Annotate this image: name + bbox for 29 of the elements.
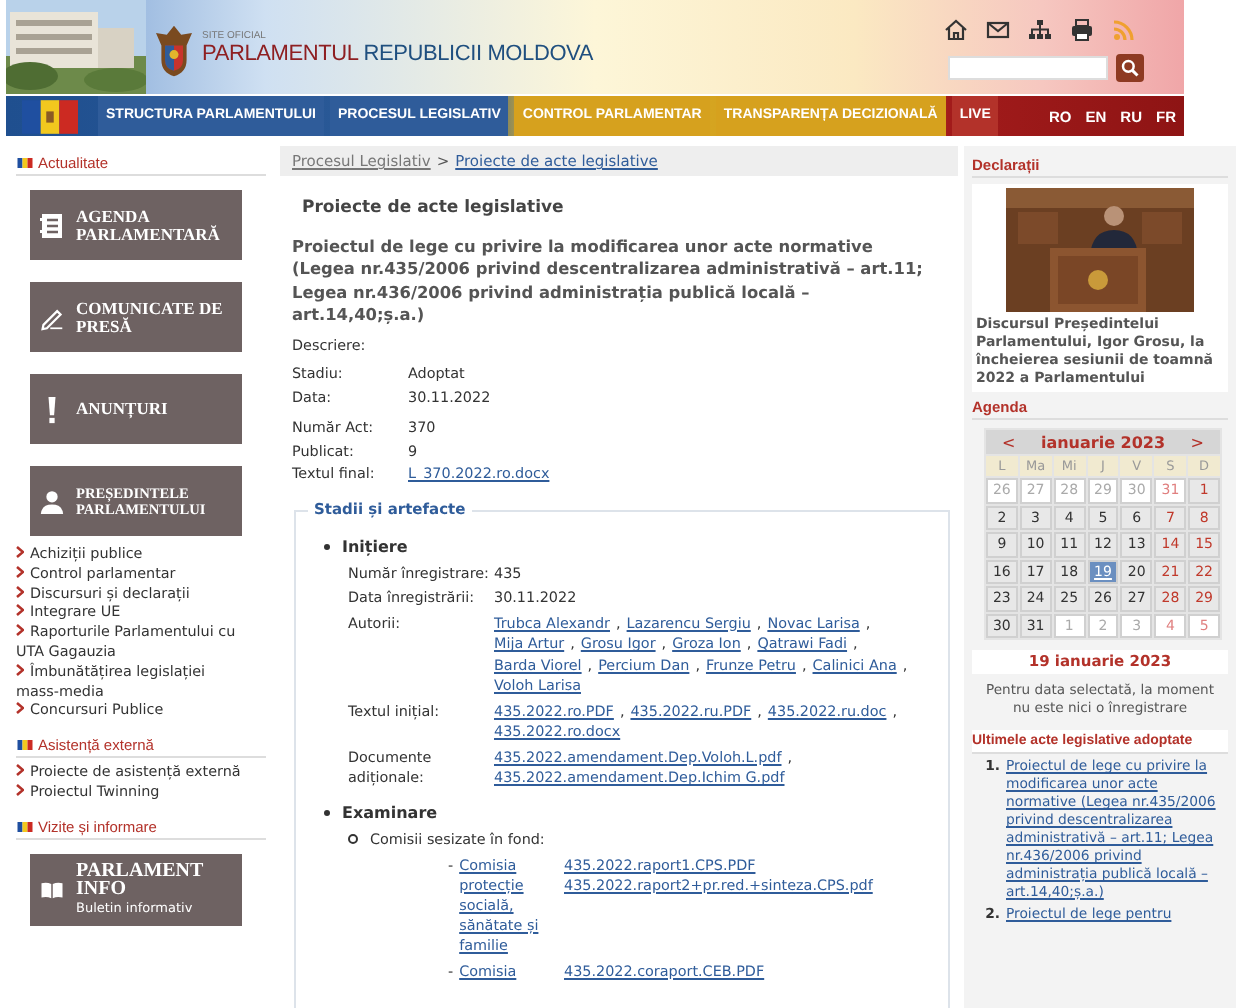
- stage-title: Examinare: [342, 803, 438, 822]
- coat-of-arms-icon: [154, 24, 194, 78]
- home-icon[interactable]: [944, 18, 968, 42]
- stage-title: Inițiere: [342, 537, 408, 556]
- bullet-icon: [324, 809, 330, 816]
- flag-icon: [16, 158, 34, 168]
- mail-icon[interactable]: [986, 18, 1010, 42]
- sitemap-icon[interactable]: [1028, 18, 1052, 42]
- site-title: PARLAMENTUL REPUBLICII MOLDOVA: [202, 42, 594, 66]
- person-icon: [40, 487, 64, 515]
- search-field[interactable]: [948, 56, 1108, 80]
- flag-icon: [16, 740, 34, 751]
- bullet-icon: [348, 833, 358, 844]
- page-title: Proiecte de acte legislative: [302, 198, 566, 218]
- flag-icon: [16, 821, 34, 832]
- chevron-icon: [16, 702, 24, 715]
- project-title: Proiectul de lege cu privire la modificarea unor acte normative (Legea nr.435/2006 privind descentralizarea administrativă – art.11; Legea nr.436/2006 privind administrația publică locală – art.14,40;ș.a.): [292, 236, 925, 327]
- tile-button[interactable]: AGENDA PARLAMENTARĂ: [30, 190, 242, 260]
- flag-icon: [22, 99, 78, 133]
- next-month-button[interactable]: >: [1190, 433, 1204, 451]
- notebook-icon: [40, 211, 64, 239]
- tile-button[interactable]: COMUNICATE DE PRESĂ: [30, 282, 242, 352]
- bullet-icon: [324, 543, 330, 550]
- print-icon[interactable]: [1070, 18, 1094, 42]
- chevron-icon: [16, 663, 24, 676]
- calendar-month: ianuarie 2023: [1040, 433, 1166, 451]
- search-button[interactable]: [1116, 54, 1144, 82]
- tile-button[interactable]: ANUNȚURI: [30, 374, 242, 444]
- previous-month-button[interactable]: <: [1002, 433, 1016, 451]
